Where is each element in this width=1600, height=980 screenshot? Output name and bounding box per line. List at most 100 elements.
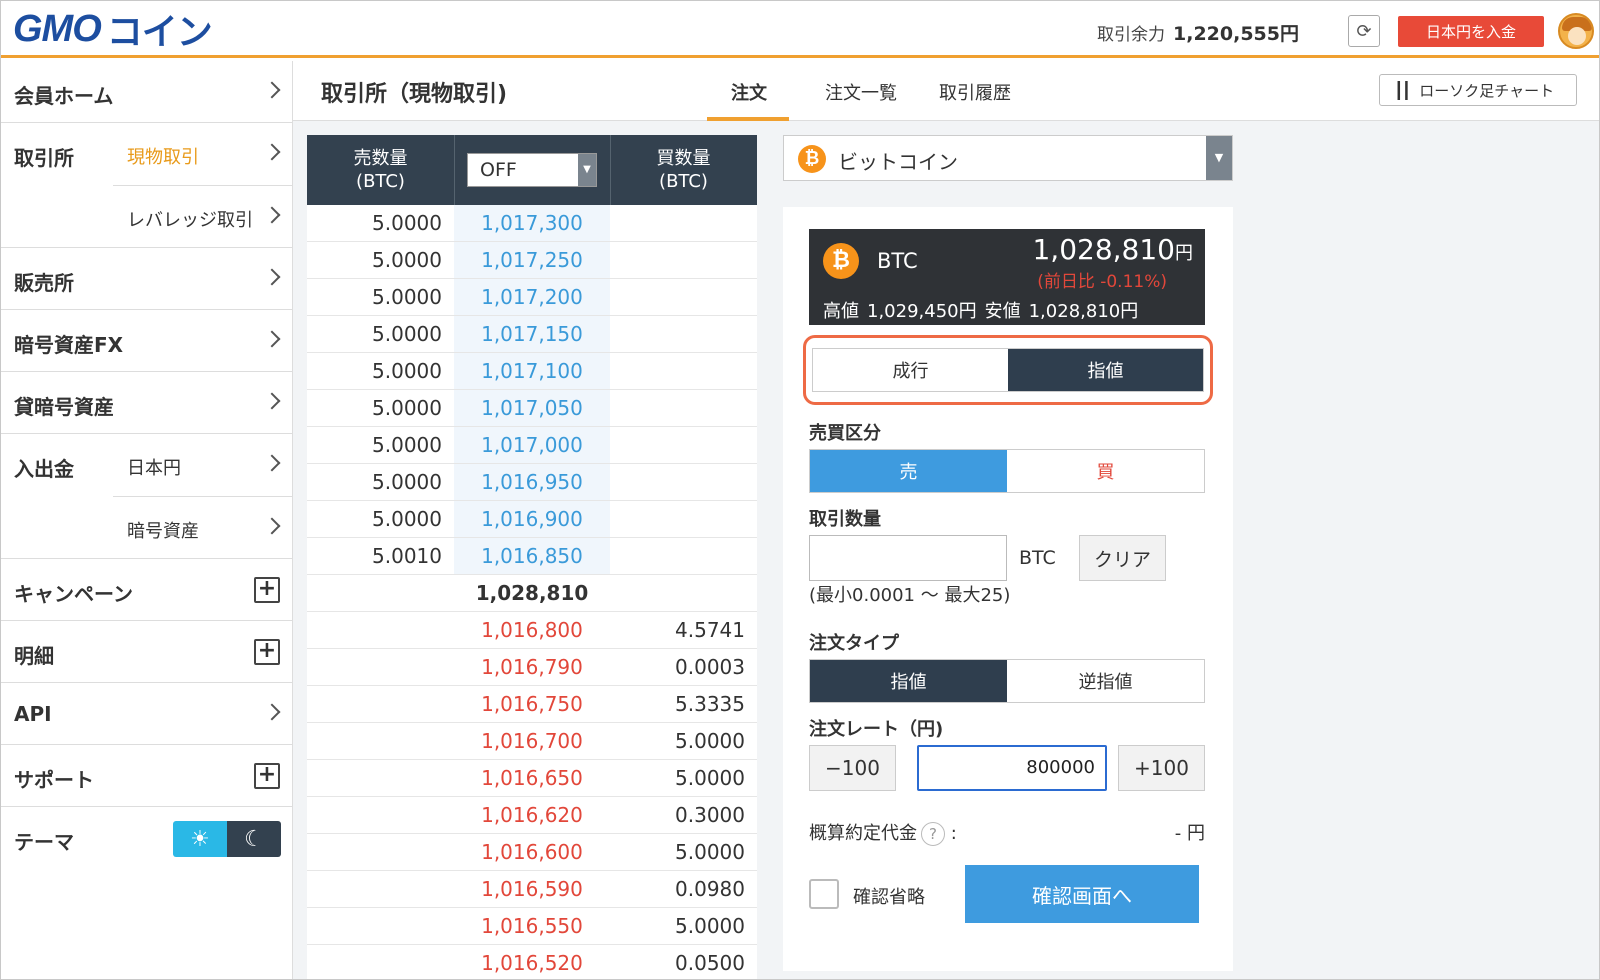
ask-row[interactable]: 5.0000 1,017,300 (307, 205, 757, 242)
bid-price[interactable]: 1,016,550 (454, 914, 610, 938)
tab-trade-history[interactable]: 取引履歴 (939, 79, 1011, 105)
moon-icon[interactable]: ☾ (227, 821, 281, 857)
bid-price[interactable]: 1,016,750 (454, 692, 610, 716)
bid-row[interactable]: 1,016,590 0.0980 (307, 871, 757, 908)
sidebar-item-support[interactable]: サポート + (1, 745, 292, 807)
rate-label: 注文レート（円) (809, 719, 944, 740)
ask-row[interactable]: 5.0000 1,017,100 (307, 353, 757, 390)
sidebar-item-deposit-jpy[interactable]: 入出金 日本円 (1, 434, 292, 496)
ask-row[interactable]: 5.0000 1,016,900 (307, 501, 757, 538)
chevron-right-icon (263, 703, 281, 721)
bid-price[interactable]: 1,016,700 (454, 729, 610, 753)
sell-qty-unit: (BTC) (356, 171, 405, 192)
plus-icon[interactable]: + (254, 577, 280, 603)
bid-row[interactable]: 1,016,550 5.0000 (307, 908, 757, 945)
bid-row[interactable]: 1,016,700 5.0000 (307, 723, 757, 760)
bid-price[interactable]: 1,016,520 (454, 951, 610, 975)
ask-price[interactable]: 1,016,900 (454, 501, 610, 537)
order-type-toggle: 指値 逆指値 (809, 659, 1205, 703)
bid-price[interactable]: 1,016,600 (454, 840, 610, 864)
ask-price[interactable]: 1,017,200 (454, 279, 610, 315)
bid-price[interactable]: 1,016,650 (454, 766, 610, 790)
bid-row[interactable]: 1,016,750 5.3335 (307, 686, 757, 723)
bid-row[interactable]: 1,016,600 5.0000 (307, 834, 757, 871)
side-toggle: 売 買 (809, 449, 1205, 493)
ask-price[interactable]: 1,017,250 (454, 242, 610, 278)
ask-price[interactable]: 1,017,050 (454, 390, 610, 426)
ask-row[interactable]: 5.0000 1,017,150 (307, 316, 757, 353)
type-stop-button[interactable]: 逆指値 (1007, 660, 1204, 702)
refresh-button[interactable]: ⟳ (1348, 15, 1380, 47)
sidebar-item-label: 暗号資産FX (14, 333, 124, 357)
skip-confirm-checkbox[interactable] (809, 879, 839, 909)
order-panel: ₿ BTC 1,028,810円 (前日比 -0.11%) 高値 1,029,45… (783, 207, 1233, 971)
chevron-down-icon: ▼ (578, 154, 596, 186)
candlestick-chart-button[interactable]: ┃┃ ローソク足チャート (1379, 74, 1577, 106)
plus-icon[interactable]: + (254, 639, 280, 665)
ask-row[interactable]: 5.0000 1,016,950 (307, 464, 757, 501)
tab-order-list[interactable]: 注文一覧 (825, 79, 897, 105)
sidebar-item-campaign[interactable]: キャンペーン + (1, 559, 292, 621)
price-ticker: ₿ BTC 1,028,810円 (前日比 -0.11%) 高値 1,029,45… (809, 229, 1205, 325)
plus-icon[interactable]: + (254, 763, 280, 789)
theme-toggle[interactable]: ☀ ☾ (173, 821, 281, 857)
type-limit-button[interactable]: 指値 (810, 660, 1007, 702)
sidebar-item-deposit-crypto[interactable]: 暗号資産 (113, 496, 292, 558)
bid-qty: 0.0980 (675, 877, 745, 901)
rate-input[interactable]: 800000 (917, 745, 1107, 791)
bid-row[interactable]: 1,016,800 4.5741 (307, 612, 757, 649)
confirm-button[interactable]: 確認画面へ (965, 865, 1199, 923)
rate-plus-button[interactable]: +100 (1118, 745, 1205, 791)
sidebar-item-statement[interactable]: 明細 + (1, 621, 292, 683)
ask-price[interactable]: 1,016,950 (454, 464, 610, 500)
bid-price[interactable]: 1,016,590 (454, 877, 610, 901)
sidebar-item-home[interactable]: 会員ホーム (1, 61, 292, 123)
sidebar-subitem-label: 現物取引 (127, 147, 199, 168)
chevron-right-icon (263, 454, 281, 472)
ask-row[interactable]: 5.0000 1,017,000 (307, 427, 757, 464)
ask-price[interactable]: 1,017,100 (454, 353, 610, 389)
clear-button[interactable]: クリア (1079, 535, 1166, 581)
sidebar-item-api[interactable]: API (1, 683, 292, 745)
sidebar-item-lending[interactable]: 貸暗号資産 (1, 372, 292, 434)
ask-price[interactable]: 1,017,000 (454, 427, 610, 463)
bid-row[interactable]: 1,016,650 5.0000 (307, 760, 757, 797)
bid-row[interactable]: 1,016,790 0.0003 (307, 649, 757, 686)
bid-price[interactable]: 1,016,790 (454, 655, 610, 679)
sidebar-item-exchange-spot[interactable]: 取引所 現物取引 (1, 123, 292, 185)
bid-row[interactable]: 1,016,520 0.0500 (307, 945, 757, 979)
sidebar-item-label: API (14, 702, 52, 726)
avatar[interactable] (1558, 13, 1594, 49)
price-grouping-select[interactable]: OFF ▼ (467, 153, 597, 187)
active-tab-indicator (707, 117, 789, 121)
ask-price[interactable]: 1,017,300 (454, 205, 610, 241)
help-icon[interactable]: ? (921, 822, 945, 846)
bid-price[interactable]: 1,016,800 (454, 618, 610, 642)
buy-button[interactable]: 買 (1007, 450, 1204, 492)
ask-row[interactable]: 5.0000 1,017,200 (307, 279, 757, 316)
order-book: 売数量 (BTC) OFF ▼ 買数量 (BTC) 5.0000 1,017,30… (307, 135, 757, 979)
bid-row[interactable]: 1,016,620 0.3000 (307, 797, 757, 834)
rate-minus-button[interactable]: −100 (809, 745, 896, 791)
gmo-coin-logo[interactable]: GMO コイン (13, 8, 213, 53)
bid-price[interactable]: 1,016,620 (454, 803, 610, 827)
ask-row[interactable]: 5.0000 1,017,250 (307, 242, 757, 279)
sun-icon[interactable]: ☀ (173, 821, 227, 857)
market-order-button[interactable]: 成行 (813, 349, 1008, 391)
sell-button[interactable]: 売 (810, 450, 1007, 492)
quantity-input[interactable] (809, 535, 1007, 581)
sidebar-item-fx[interactable]: 暗号資産FX (1, 310, 292, 372)
ask-row[interactable]: 5.0000 1,017,050 (307, 390, 757, 427)
sidebar-item-exchange-leverage[interactable]: レバレッジ取引 (113, 185, 292, 247)
coin-select[interactable]: ₿ ビットコイン ▼ (783, 135, 1233, 181)
skip-confirm-label[interactable]: 確認省略 (853, 883, 925, 909)
ask-row[interactable]: 5.0010 1,016,850 (307, 538, 757, 575)
ask-price[interactable]: 1,017,150 (454, 316, 610, 352)
last-price-row: 1,028,810 (307, 575, 757, 612)
deposit-jpy-button[interactable]: 日本円を入金 (1398, 16, 1544, 47)
limit-order-button[interactable]: 指値 (1008, 349, 1203, 391)
tab-order[interactable]: 注文 (731, 79, 767, 105)
ask-price[interactable]: 1,016,850 (454, 538, 610, 574)
sidebar-item-sales[interactable]: 販売所 (1, 248, 292, 310)
sidebar-item-label: 取引所 (14, 146, 74, 170)
